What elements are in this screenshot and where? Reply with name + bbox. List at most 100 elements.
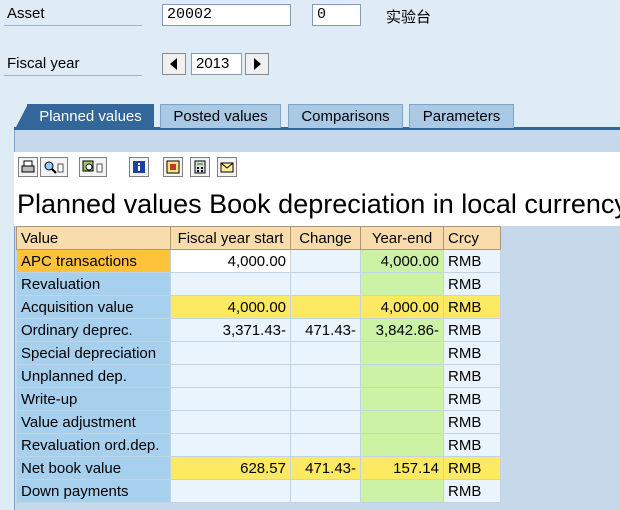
column-header-value[interactable]: Value — [16, 226, 171, 250]
column-header-change[interactable]: Change — [290, 226, 361, 250]
print-button[interactable] — [18, 157, 38, 177]
change-cell[interactable] — [290, 295, 361, 319]
fiscal-year-start-cell[interactable]: 4,000.00 — [170, 249, 291, 273]
fiscal-year-start-cell[interactable]: 4,000.00 — [170, 295, 291, 319]
year-end-cell[interactable]: 157.14 — [360, 456, 444, 480]
calculator-icon — [194, 160, 206, 174]
info-button[interactable] — [129, 157, 149, 177]
next-year-button[interactable] — [245, 53, 269, 75]
table-row[interactable]: Down payments RMB — [16, 479, 501, 503]
row-label[interactable]: APC transactions — [16, 249, 171, 273]
fiscal-year-start-cell[interactable] — [170, 341, 291, 365]
row-label[interactable]: Ordinary deprec. — [16, 318, 171, 342]
row-label[interactable]: Special depreciation — [16, 341, 171, 365]
asset-number-field[interactable]: 20002 — [162, 4, 291, 26]
change-cell[interactable] — [290, 410, 361, 434]
table-row[interactable]: Write-up RMB — [16, 387, 501, 411]
fiscal-year-label: Fiscal year — [4, 54, 142, 76]
table-row[interactable]: Net book value 628.57 471.43- 157.14 RMB — [16, 456, 501, 480]
row-label[interactable]: Unplanned dep. — [16, 364, 171, 388]
fiscal-year-start-cell[interactable]: 3,371.43- — [170, 318, 291, 342]
row-label[interactable]: Net book value — [16, 456, 171, 480]
table-row[interactable]: Ordinary deprec. 3,371.43- 471.43- 3,842… — [16, 318, 501, 342]
change-cell[interactable]: 471.43- — [290, 318, 361, 342]
table-row[interactable]: Unplanned dep. RMB — [16, 364, 501, 388]
change-cell[interactable] — [290, 364, 361, 388]
change-cell[interactable] — [290, 387, 361, 411]
mail-icon — [220, 162, 234, 173]
tab-comparisons[interactable]: Comparisons — [288, 104, 403, 128]
year-end-cell[interactable] — [360, 433, 444, 457]
find-icon — [44, 161, 64, 174]
find-next-button[interactable] — [79, 157, 107, 177]
previous-year-button[interactable] — [162, 53, 186, 75]
change-cell[interactable]: 471.43- — [290, 456, 361, 480]
change-cell[interactable] — [290, 433, 361, 457]
column-header-fiscal-year-start[interactable]: Fiscal year start — [170, 226, 291, 250]
change-cell[interactable] — [290, 249, 361, 273]
table-row[interactable]: Acquisition value 4,000.00 4,000.00 RMB — [16, 295, 501, 319]
year-end-cell[interactable] — [360, 479, 444, 503]
asset-subnumber-field[interactable]: 0 — [312, 4, 361, 26]
year-end-cell[interactable]: 4,000.00 — [360, 249, 444, 273]
fiscal-year-start-cell[interactable] — [170, 364, 291, 388]
fiscal-year-start-cell[interactable] — [170, 479, 291, 503]
table-row[interactable]: Revaluation RMB — [16, 272, 501, 296]
export-button[interactable] — [163, 157, 183, 177]
column-header-year-end[interactable]: Year-end — [360, 226, 444, 250]
year-end-cell[interactable] — [360, 364, 444, 388]
table-row[interactable]: Revaluation ord.dep. RMB — [16, 433, 501, 457]
table-row[interactable]: APC transactions 4,000.00 4,000.00 RMB — [16, 249, 501, 273]
tab-label: Posted values — [173, 108, 268, 125]
currency-cell[interactable]: RMB — [443, 272, 501, 296]
export-icon — [166, 160, 180, 174]
currency-cell[interactable]: RMB — [443, 410, 501, 434]
tab-label: Parameters — [422, 108, 501, 125]
row-label[interactable]: Acquisition value — [16, 295, 171, 319]
year-end-cell[interactable] — [360, 410, 444, 434]
year-end-cell[interactable] — [360, 387, 444, 411]
year-end-cell[interactable]: 4,000.00 — [360, 295, 444, 319]
fiscal-year-start-cell[interactable] — [170, 410, 291, 434]
currency-cell[interactable]: RMB — [443, 318, 501, 342]
row-label[interactable]: Revaluation — [16, 272, 171, 296]
change-cell[interactable] — [290, 341, 361, 365]
fiscal-year-start-cell[interactable] — [170, 433, 291, 457]
row-label[interactable]: Value adjustment — [16, 410, 171, 434]
year-end-cell[interactable] — [360, 341, 444, 365]
currency-cell[interactable]: RMB — [443, 387, 501, 411]
tab-parameters[interactable]: Parameters — [409, 104, 514, 128]
triangle-left-icon — [170, 58, 177, 70]
tab-label: Comparisons — [301, 108, 390, 125]
column-header-currency[interactable]: Crcy — [443, 226, 501, 250]
table-row[interactable]: Value adjustment RMB — [16, 410, 501, 434]
change-cell[interactable] — [290, 272, 361, 296]
currency-cell[interactable]: RMB — [443, 456, 501, 480]
currency-cell[interactable]: RMB — [443, 479, 501, 503]
row-label[interactable]: Revaluation ord.dep. — [16, 433, 171, 457]
find-button[interactable] — [40, 157, 68, 177]
year-end-cell[interactable]: 3,842.86- — [360, 318, 444, 342]
fiscal-year-start-cell[interactable] — [170, 272, 291, 296]
row-label[interactable]: Write-up — [16, 387, 171, 411]
currency-cell[interactable]: RMB — [443, 295, 501, 319]
fiscal-year-start-cell[interactable] — [170, 387, 291, 411]
year-end-cell[interactable] — [360, 272, 444, 296]
tab-planned-values[interactable]: Planned values — [15, 104, 154, 129]
currency-cell[interactable]: RMB — [443, 249, 501, 273]
currency-cell[interactable]: RMB — [443, 341, 501, 365]
change-cell[interactable] — [290, 479, 361, 503]
currency-cell[interactable]: RMB — [443, 364, 501, 388]
mail-button[interactable] — [217, 157, 237, 177]
currency-cell[interactable]: RMB — [443, 433, 501, 457]
values-table: Value Fiscal year start Change Year-end … — [16, 226, 501, 503]
fiscal-year-start-cell[interactable]: 628.57 — [170, 456, 291, 480]
asset-label: Asset — [4, 4, 142, 26]
table-row[interactable]: Special depreciation RMB — [16, 341, 501, 365]
asset-description: 实验台 — [386, 9, 432, 26]
calculator-button[interactable] — [190, 157, 210, 177]
triangle-right-icon — [254, 58, 261, 70]
tab-posted-values[interactable]: Posted values — [160, 104, 281, 128]
row-label[interactable]: Down payments — [16, 479, 171, 503]
fiscal-year-field[interactable]: 2013 — [191, 53, 242, 75]
